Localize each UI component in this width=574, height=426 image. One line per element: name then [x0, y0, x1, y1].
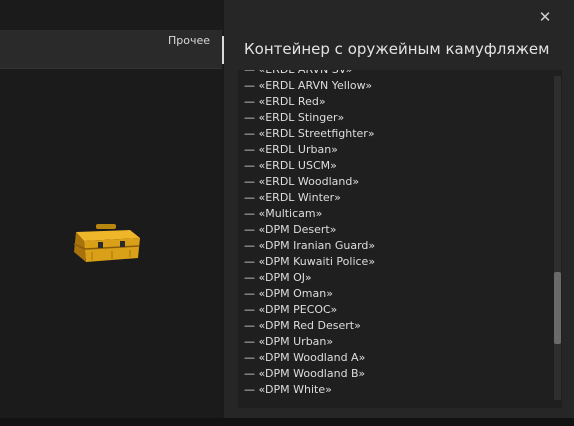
close-button[interactable]: ✕ [536, 8, 554, 26]
weapon-camo-case-icon[interactable] [70, 222, 142, 266]
list-item: — «DPM Urban» [244, 335, 334, 348]
category-bar-divider [0, 68, 222, 69]
list-item: — «DPM Oman» [244, 287, 333, 300]
panel-title: Контейнер с оружейным камуфляжем [244, 40, 550, 58]
item-preview-area: Прочее [0, 0, 222, 426]
list-item: — «ERDL Woodland» [244, 175, 360, 188]
inventory-screen: Прочее ✕ Контейнер с оружейным камуфляже… [0, 0, 574, 426]
contents-list-items: — «ERDL ARVN SV»— «ERDL ARVN Yellow» — «E… [244, 70, 375, 398]
scrollbar-track[interactable] [554, 76, 561, 400]
list-item: — «ERDL ARVN Yellow» [244, 79, 373, 92]
list-item: — «DPM Woodland B» [244, 367, 366, 380]
list-item: — «ERDL Urban» [244, 143, 338, 156]
list-item: — «DPM PECOC» [244, 303, 338, 316]
list-item: — «ERDL Stinger» [244, 111, 345, 124]
list-item: — «DPM Kuwaiti Police» [244, 255, 376, 268]
contents-list[interactable]: — «ERDL ARVN SV»— «ERDL ARVN Yellow» — «E… [238, 70, 562, 408]
list-item: — «DPM Woodland A» [244, 351, 366, 364]
list-item: — «ERDL ARVN SV» [244, 70, 375, 78]
list-item: — «DPM OJ» [244, 271, 312, 284]
list-item: — «ERDL Red» [244, 95, 326, 108]
list-item: — «ERDL Streetfighter» [244, 127, 375, 140]
list-item: — «ERDL USCM» [244, 159, 337, 172]
list-item: — «ERDL Winter» [244, 191, 341, 204]
list-item: — «DPM Desert» [244, 223, 337, 236]
list-item: — «DPM White» [244, 383, 332, 396]
list-item: — «DPM Iranian Guard» [244, 239, 376, 252]
list-item: — «DPM Red Desert» [244, 319, 361, 332]
tab-other[interactable]: Прочее [168, 34, 210, 47]
list-item: — «Multicam» [244, 207, 323, 220]
scrollbar-thumb[interactable] [554, 272, 561, 344]
bottom-strip [0, 418, 574, 426]
